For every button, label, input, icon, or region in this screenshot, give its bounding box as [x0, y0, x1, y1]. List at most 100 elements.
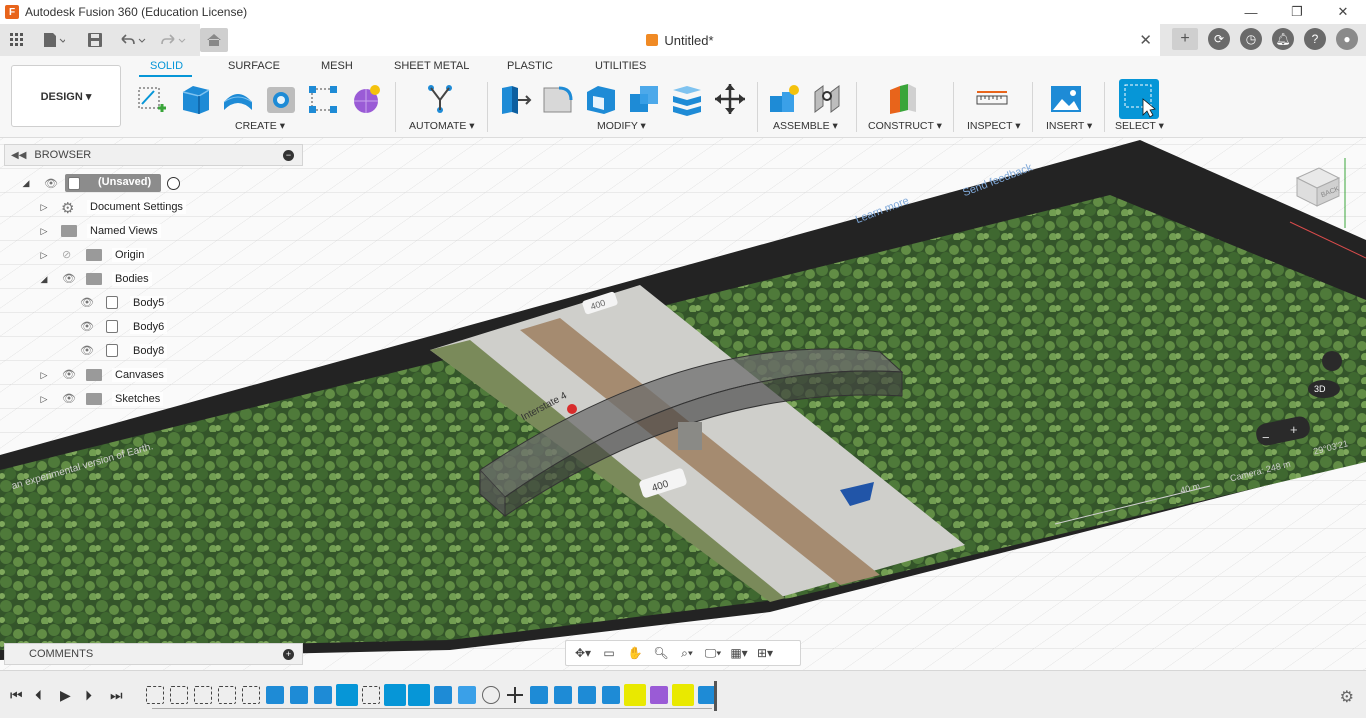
insert-canvas-icon[interactable] — [1049, 82, 1083, 116]
display-settings-icon[interactable]: 🖵▾ — [702, 644, 724, 662]
go-to-end-icon[interactable]: ⏭ — [110, 687, 123, 704]
timeline-sketch-icon[interactable] — [362, 686, 380, 704]
new-tab-button[interactable]: + — [1172, 28, 1198, 50]
new-component-icon[interactable] — [767, 82, 801, 116]
notifications-icon[interactable]: 🔔︎ — [1272, 28, 1294, 50]
map-zoom-in-icon[interactable]: + — [1290, 422, 1298, 437]
tab-surface[interactable]: SURFACE — [228, 60, 280, 72]
timeline-sketch-icon[interactable] — [242, 686, 260, 704]
create-sketch-icon[interactable] — [136, 82, 170, 116]
view-cube[interactable]: BACK — [1293, 164, 1341, 208]
timeline-highlighted-feature[interactable] — [672, 684, 694, 706]
file-icon[interactable] — [40, 28, 68, 52]
add-comment-button[interactable]: + — [283, 648, 294, 660]
step-back-icon[interactable]: ⏴ — [35, 687, 42, 704]
construct-menu[interactable]: CONSTRUCT ▾ — [868, 120, 942, 132]
tree-item-named-views[interactable]: Named Views — [87, 224, 161, 238]
job-status-icon[interactable]: ◷ — [1240, 28, 1262, 50]
combine-icon[interactable] — [627, 82, 661, 116]
timeline-extrude-icon[interactable] — [314, 686, 332, 704]
map-zoom-out-icon[interactable]: − — [1262, 430, 1270, 445]
save-icon[interactable] — [86, 28, 104, 52]
offset-plane-icon[interactable] — [886, 82, 920, 116]
select-menu[interactable]: SELECT ▾ — [1115, 120, 1164, 132]
move-copy-icon[interactable] — [713, 82, 747, 116]
tree-item-body6[interactable]: Body6 — [130, 320, 168, 334]
timeline-sketch-icon[interactable] — [194, 686, 212, 704]
zoom-icon[interactable]: 🔍︎ — [650, 644, 672, 662]
modify-menu[interactable]: MODIFY ▾ — [597, 120, 646, 132]
timeline-selected-feature[interactable] — [408, 684, 430, 706]
workspace-switcher[interactable]: DESIGN ▾ — [11, 65, 121, 127]
timeline-extrude-icon[interactable] — [602, 686, 620, 704]
timeline-extrude-icon[interactable] — [266, 686, 284, 704]
extrude-icon[interactable] — [179, 82, 213, 116]
pegman-icon[interactable] — [1322, 351, 1342, 371]
look-at-icon[interactable]: ▭ — [598, 644, 620, 662]
timeline-joint-icon[interactable] — [482, 686, 500, 704]
avatar[interactable]: ● — [1336, 28, 1358, 50]
go-to-start-icon[interactable]: ⏮ — [10, 687, 23, 704]
tree-item-document-settings[interactable]: Document Settings — [87, 200, 186, 214]
tree-item-body5[interactable]: Body5 — [130, 296, 168, 310]
visibility-eye-icon[interactable]: 👁︎ — [80, 296, 94, 309]
create-form-icon[interactable] — [349, 82, 383, 116]
collapsed-toggle-icon[interactable]: ▷ — [38, 393, 50, 405]
timeline-marker[interactable] — [714, 681, 717, 711]
timeline-combine-icon[interactable] — [458, 686, 476, 704]
tab-sheet-metal[interactable]: SHEET METAL — [394, 60, 469, 72]
measure-icon[interactable] — [975, 82, 1009, 116]
timeline-automate-icon[interactable] — [624, 684, 646, 706]
orbit-icon[interactable]: ✥▾ — [572, 644, 594, 662]
split-body-icon[interactable] — [670, 82, 704, 116]
shell-icon[interactable] — [584, 82, 618, 116]
timeline-extrude-icon[interactable] — [290, 686, 308, 704]
hole-icon[interactable] — [264, 82, 298, 116]
automate-icon[interactable] — [423, 82, 457, 116]
visibility-eye-icon[interactable]: 👁︎ — [62, 368, 76, 381]
app-grid-icon[interactable] — [8, 28, 26, 52]
play-icon[interactable]: ▶ — [60, 687, 71, 704]
collapse-browser-button[interactable]: − — [283, 149, 294, 161]
tab-solid[interactable]: SOLID — [150, 60, 183, 72]
redo-icon[interactable] — [158, 28, 188, 52]
insert-menu[interactable]: INSERT ▾ — [1046, 120, 1092, 132]
timeline-settings-gear-icon[interactable]: ⚙ — [1340, 687, 1354, 707]
browser-panel-header[interactable]: ◀◀ BROWSER − — [4, 144, 303, 166]
timeline-sketch-icon[interactable] — [218, 686, 236, 704]
visibility-eye-icon[interactable]: 👁︎ — [62, 272, 76, 285]
restore-button[interactable]: ❐ — [1274, 0, 1320, 24]
timeline-selected-feature[interactable] — [384, 684, 406, 706]
expanded-toggle-icon[interactable]: ◢ — [20, 177, 32, 189]
create-menu[interactable]: CREATE ▾ — [235, 120, 285, 132]
visibility-eye-icon[interactable]: 👁︎ — [80, 320, 94, 333]
tree-item-canvases[interactable]: Canvases — [112, 368, 167, 382]
tab-mesh[interactable]: MESH — [321, 60, 353, 72]
visibility-eye-icon[interactable]: 👁︎ — [62, 392, 76, 405]
timeline-move-icon[interactable] — [506, 686, 524, 704]
press-pull-icon[interactable] — [498, 82, 532, 116]
close-tab-button[interactable]: ✕ — [1139, 31, 1152, 49]
timeline-extrude-icon[interactable] — [578, 686, 596, 704]
revolve-icon[interactable] — [221, 82, 255, 116]
fillet-icon[interactable] — [541, 82, 575, 116]
help-icon[interactable]: ? — [1304, 28, 1326, 50]
timeline-selected-feature[interactable] — [336, 684, 358, 706]
timeline-extrude-icon[interactable] — [530, 686, 548, 704]
grid-settings-icon[interactable]: ▦▾ — [728, 644, 750, 662]
document-tab[interactable]: Untitled* ✕ — [200, 24, 1160, 56]
canvas-viewport[interactable]: 400 400 Interstate 4 Learn more Send fee… — [0, 138, 1366, 670]
inspect-menu[interactable]: INSPECT ▾ — [967, 120, 1021, 132]
pattern-icon[interactable] — [306, 82, 340, 116]
home-icon[interactable] — [200, 28, 228, 52]
tree-item-origin[interactable]: Origin — [112, 248, 148, 262]
undo-icon[interactable] — [118, 28, 148, 52]
collapsed-toggle-icon[interactable]: ▷ — [38, 369, 50, 381]
tab-plastic[interactable]: PLASTIC — [507, 60, 553, 72]
activate-radio-icon[interactable] — [167, 177, 180, 190]
timeline-extrude-icon[interactable] — [434, 686, 452, 704]
tree-item-bodies[interactable]: Bodies — [112, 272, 152, 286]
timeline-sketch-icon[interactable] — [170, 686, 188, 704]
joint-icon[interactable] — [811, 82, 845, 116]
minimize-button[interactable]: — — [1228, 0, 1274, 24]
